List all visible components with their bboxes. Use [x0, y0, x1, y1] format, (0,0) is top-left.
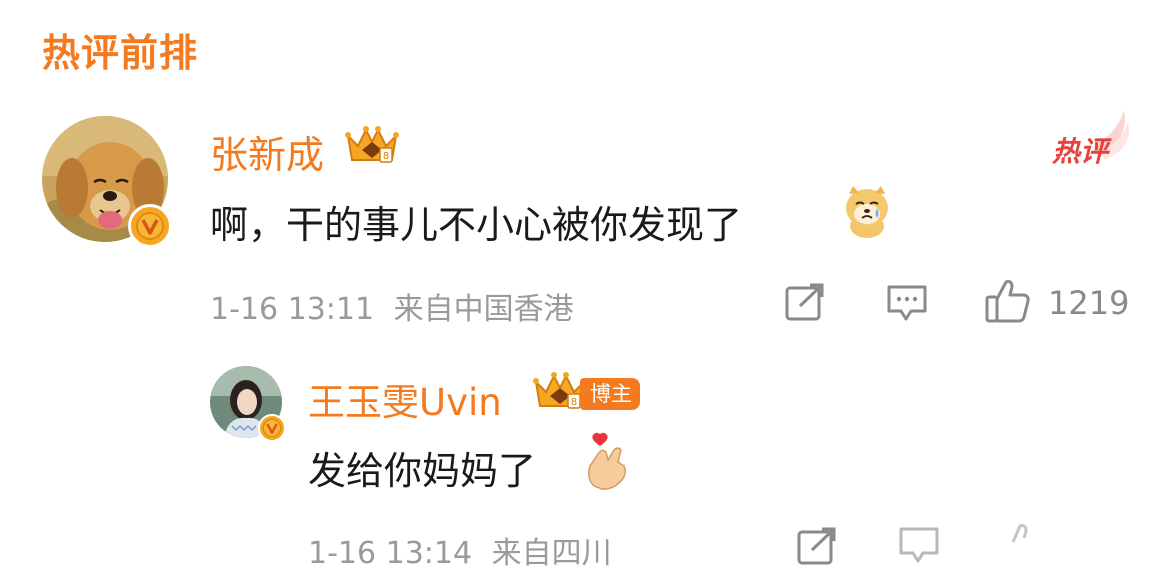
reply-share-icon[interactable]: [796, 526, 838, 570]
reply-meta: 1-16 13:14 来自四川: [308, 528, 612, 572]
svg-text:8: 8: [571, 397, 577, 408]
reply-text: 发给你妈妈了: [308, 449, 537, 493]
reply-comment-icon[interactable]: [898, 524, 940, 580]
hot-comment-badge: 热评: [1048, 108, 1130, 168]
verified-badge-icon: [258, 414, 286, 442]
comment-text: 啊，干的事儿不小心被你发现了: [210, 203, 743, 247]
section-title: 热评前排: [42, 31, 199, 75]
like-count: 1219: [1048, 284, 1130, 322]
reply-time: 1-16 13:14: [308, 536, 473, 571]
comment-time: 1-16 13:11: [210, 292, 375, 327]
reply-like-icon[interactable]: [1000, 518, 1048, 580]
reply-username[interactable]: 王玉雯Uvin: [308, 372, 502, 426]
crying-dog-emoji-icon: [843, 184, 891, 244]
blogger-tag: 博主: [580, 378, 640, 410]
verified-badge-icon: [128, 204, 172, 248]
comment-reply-icon[interactable]: [886, 282, 928, 328]
share-icon[interactable]: [784, 282, 826, 326]
hot-badge-label: 热评: [1052, 135, 1109, 168]
reply-location: 来自四川: [491, 536, 612, 571]
username[interactable]: 张新成: [210, 124, 324, 179]
finger-heart-emoji-icon: [584, 432, 630, 494]
like-icon[interactable]: [984, 278, 1032, 328]
comment-meta: 1-16 13:11 来自中国香港: [210, 284, 574, 328]
comment-location: 来自中国香港: [393, 292, 574, 327]
crown-level-icon: 8: [344, 124, 400, 170]
svg-text:8: 8: [383, 151, 389, 162]
